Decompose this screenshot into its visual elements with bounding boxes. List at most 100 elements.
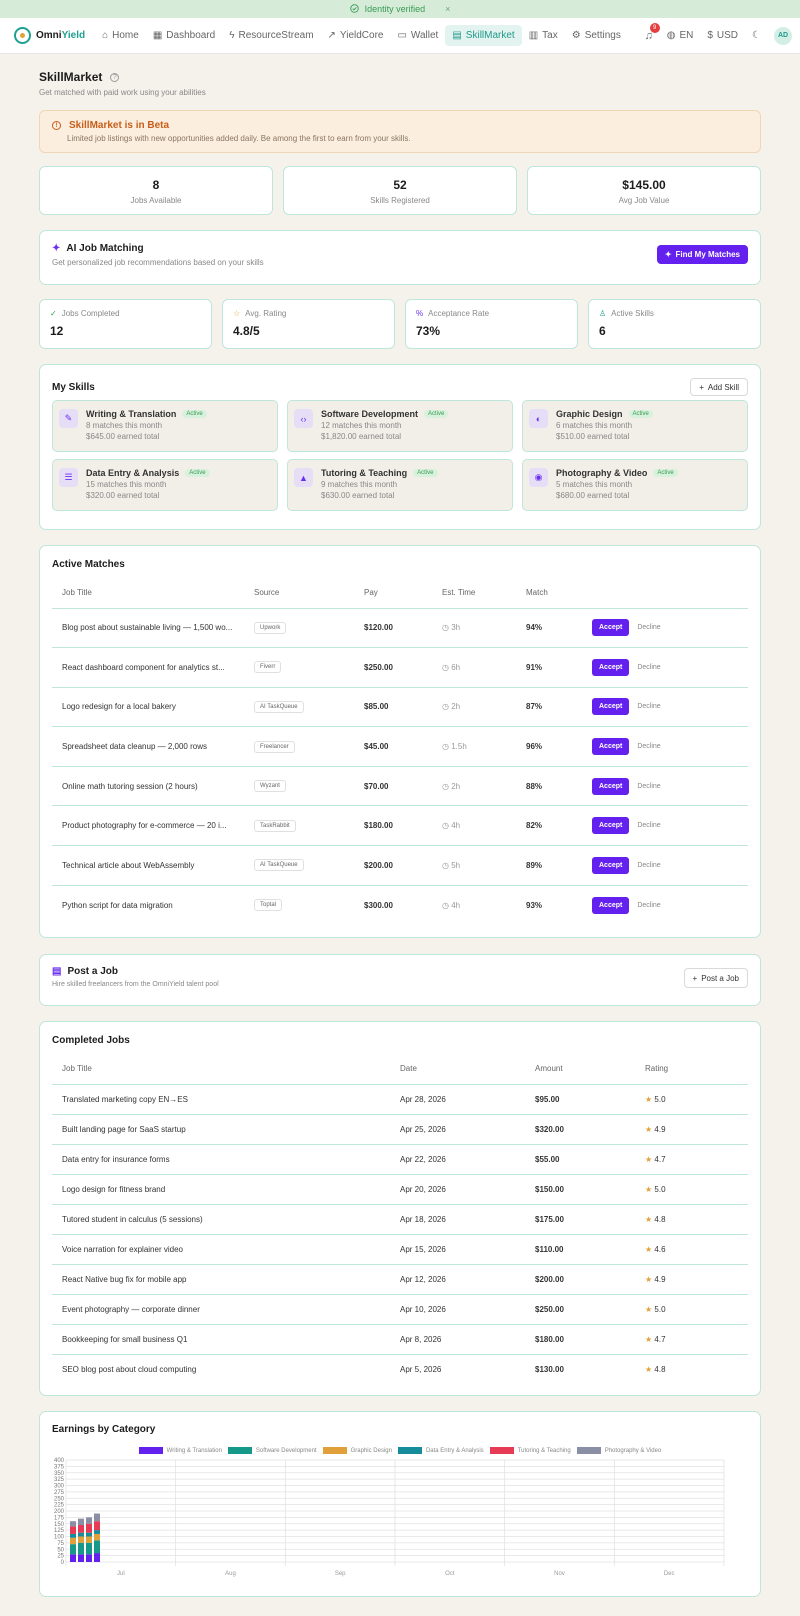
decline-button[interactable]: Decline bbox=[637, 624, 660, 631]
actions-cell: Accept Decline bbox=[582, 687, 748, 728]
nav-item-yieldcore[interactable]: ↗ YieldCore bbox=[321, 25, 391, 46]
accept-button[interactable]: Accept bbox=[592, 698, 630, 716]
source-cell: Toptal bbox=[244, 885, 354, 925]
nav-item-home[interactable]: ⌂ Home bbox=[95, 25, 146, 46]
chart-bar-segment bbox=[70, 1554, 76, 1562]
accept-button[interactable]: Accept bbox=[592, 658, 630, 676]
kpi-card: ✓ Jobs Completed 12 bbox=[39, 299, 212, 349]
skill-card[interactable]: ‹› Software Development Active 12 matches t… bbox=[287, 400, 513, 452]
decline-button[interactable]: Decline bbox=[637, 664, 660, 671]
accept-button[interactable]: Accept bbox=[592, 619, 630, 637]
skill-card[interactable]: ◉ Photography & Video Active 5 matches this… bbox=[522, 459, 748, 511]
job-date: Apr 25, 2026 bbox=[390, 1114, 525, 1145]
job-amount: $200.00 bbox=[525, 1264, 635, 1295]
legend-label: Photography & Video bbox=[604, 1447, 662, 1454]
notifications-bell-icon[interactable]: ♫ 9 bbox=[638, 22, 660, 42]
nav-item-skillmarket[interactable]: ▤ SkillMarket bbox=[445, 25, 522, 46]
job-amount: $110.00 bbox=[525, 1234, 635, 1265]
skill-earned: $630.00 earned total bbox=[321, 491, 395, 500]
nav-item-settings[interactable]: ⚙ Settings bbox=[565, 25, 628, 46]
kpi-stats: ✓ Jobs Completed 12 ☆ Avg. Rating 4.8/5% Accep… bbox=[39, 299, 761, 349]
help-icon[interactable]: ? bbox=[110, 72, 120, 82]
nav-item-label: YieldCore bbox=[339, 30, 384, 41]
time-value: 5h bbox=[451, 860, 461, 870]
y-tick-label: 325 bbox=[54, 1477, 65, 1483]
actions-cell: Accept Decline bbox=[582, 885, 748, 925]
skills-title: My Skills bbox=[52, 381, 95, 393]
currency-selector[interactable]: $ USD bbox=[700, 25, 745, 46]
camera-icon: ◉ bbox=[529, 468, 548, 487]
column-header: Est. Time bbox=[432, 578, 516, 609]
skill-card[interactable]: ✎ Writing & Translation Active 8 matches th… bbox=[52, 400, 278, 452]
star-icon: ★ bbox=[645, 1334, 655, 1344]
skill-card[interactable]: ◐ Graphic Design Active 6 matches this mont… bbox=[522, 400, 748, 452]
clock-icon: ◷ bbox=[442, 860, 452, 870]
skill-card[interactable]: ☰ Data Entry & Analysis Active 15 matches t… bbox=[52, 459, 278, 511]
find-matches-button[interactable]: ✦ Find My Matches bbox=[656, 245, 748, 264]
job-date: Apr 15, 2026 bbox=[390, 1234, 525, 1265]
stat-label: Skills Registered bbox=[370, 196, 430, 205]
skill-matches: 9 matches this month bbox=[321, 480, 398, 489]
earnings-chart: 0255075100125150175200225250275300325350… bbox=[54, 1458, 725, 1577]
brand-logo[interactable]: OmniYield bbox=[14, 27, 85, 44]
match-score: 82% bbox=[516, 805, 582, 847]
kpi-value: 6 bbox=[599, 324, 606, 338]
page-title: SkillMarket ? bbox=[39, 70, 761, 84]
decline-button[interactable]: Decline bbox=[637, 862, 660, 869]
theme-toggle[interactable]: ☾ bbox=[745, 25, 768, 46]
accept-button[interactable]: Accept bbox=[592, 777, 630, 795]
beta-notice: ! SkillMarket is in Beta Limited job list… bbox=[39, 110, 761, 153]
legend-item: Data Entry & Analysis bbox=[397, 1447, 484, 1454]
y-tick-label: 100 bbox=[54, 1535, 65, 1541]
legend-item: Software Development bbox=[227, 1447, 317, 1454]
status-badge: Active bbox=[185, 469, 210, 477]
skill-name-row: Graphic Design Active bbox=[556, 409, 653, 419]
nav-item-wallet[interactable]: ▭ Wallet bbox=[390, 25, 445, 46]
decline-button[interactable]: Decline bbox=[637, 822, 660, 829]
skill-card[interactable]: ▲ Tutoring & Teaching Active 9 matches this… bbox=[287, 459, 513, 511]
y-tick-label: 225 bbox=[54, 1503, 65, 1509]
source-cell: Fiverr bbox=[244, 647, 354, 688]
top-stats: 8 Jobs Available 52 Skills Registered $145.0… bbox=[39, 166, 761, 215]
column-header: Source bbox=[244, 578, 354, 609]
est-time: ◷ 5h bbox=[432, 845, 516, 886]
decline-button[interactable]: Decline bbox=[637, 902, 660, 909]
accept-button[interactable]: Accept bbox=[592, 738, 630, 756]
table-row: Logo redesign for a local bakery AI TaskQ… bbox=[52, 687, 748, 728]
accept-button[interactable]: Accept bbox=[592, 817, 630, 835]
nav-item-tax[interactable]: ▥ Tax bbox=[522, 25, 565, 46]
post-job-button[interactable]: + Post a Job bbox=[683, 968, 748, 988]
decline-button[interactable]: Decline bbox=[637, 783, 660, 790]
accept-button[interactable]: Accept bbox=[592, 856, 630, 874]
skill-name: Software Development bbox=[321, 409, 419, 419]
palette-icon: ◐ bbox=[529, 409, 548, 428]
match-score: 88% bbox=[516, 766, 582, 807]
skillmarket-icon: ▤ bbox=[452, 30, 462, 41]
close-icon[interactable]: × bbox=[445, 4, 450, 14]
language-selector[interactable]: ◍ EN bbox=[660, 25, 701, 46]
tax-icon: ▥ bbox=[528, 30, 539, 41]
job-title: Python script for data migration bbox=[62, 900, 173, 910]
database-icon: ☰ bbox=[59, 468, 78, 487]
resourcestream-icon: ϟ bbox=[229, 30, 235, 41]
job-date: Apr 20, 2026 bbox=[390, 1174, 525, 1205]
rating-cell: ★ 4.6 bbox=[635, 1234, 748, 1265]
kpi-label-row: % Acceptance Rate bbox=[416, 309, 567, 318]
legend-item: Graphic Design bbox=[322, 1447, 392, 1454]
decline-button[interactable]: Decline bbox=[637, 703, 660, 710]
add-skill-button[interactable]: + Add Skill bbox=[690, 378, 748, 396]
pay-amount: $300.00 bbox=[364, 900, 393, 910]
decline-button[interactable]: Decline bbox=[637, 743, 660, 750]
post-description: Hire skilled freelancers from the OmniYi… bbox=[52, 981, 219, 988]
nav-item-resourcestream[interactable]: ϟ ResourceStream bbox=[222, 25, 320, 46]
x-tick-label: Nov bbox=[554, 1571, 565, 1577]
accept-button[interactable]: Accept bbox=[592, 896, 630, 914]
kpi-card: % Acceptance Rate 73% bbox=[405, 299, 578, 349]
wallet-icon: ▭ bbox=[397, 30, 407, 41]
table-row: React Native bug fix for mobile app Apr 1… bbox=[52, 1264, 748, 1295]
pen-icon: ✎ bbox=[59, 409, 78, 428]
nav-item-dashboard[interactable]: ▦ Dashboard bbox=[146, 25, 222, 46]
star-icon: ★ bbox=[645, 1214, 655, 1224]
ai-description: Get personalized job recommendations bas… bbox=[52, 258, 264, 267]
avatar[interactable]: AD bbox=[774, 26, 792, 45]
